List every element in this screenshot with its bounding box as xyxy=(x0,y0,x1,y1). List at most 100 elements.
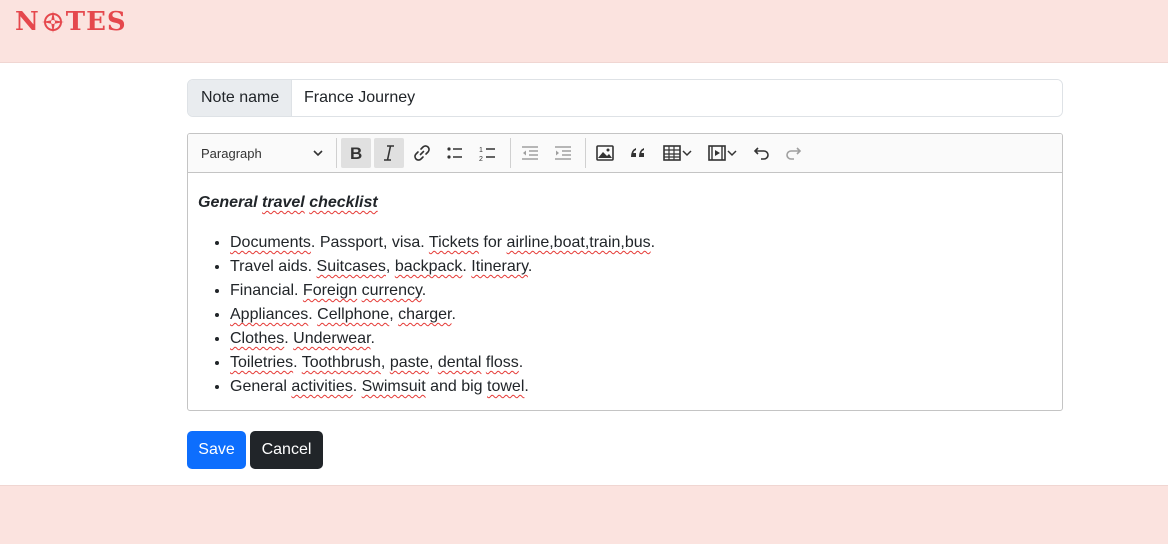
misspelled-word: Cellphone xyxy=(317,306,390,323)
toolbar-separator xyxy=(510,138,511,168)
table-icon xyxy=(663,145,681,161)
heading-word: checklist xyxy=(309,194,378,211)
notes-logo[interactable]: N TES xyxy=(15,7,127,37)
list-item: Appliances. Cellphone, charger. xyxy=(230,303,1052,327)
editor-toolbar: Paragraph B 12 xyxy=(188,134,1062,173)
undo-icon xyxy=(753,147,769,160)
list-item-text: and big xyxy=(425,378,488,395)
list-item: Clothes. Underwear. xyxy=(230,327,1052,351)
misspelled-word: Toothbrush xyxy=(301,354,381,371)
list-item-text: . xyxy=(650,234,656,251)
chevron-down-icon xyxy=(727,150,737,157)
note-name-label: Note name xyxy=(188,80,292,116)
misspelled-word: Suitcases xyxy=(316,258,386,275)
misspelled-word: Documents xyxy=(230,234,311,251)
app-header: N TES xyxy=(0,0,1168,63)
logo-letters-tes: TES xyxy=(65,7,127,37)
editor-content[interactable]: General travel checklist Documents. Pass… xyxy=(188,173,1062,399)
list-item-text: , xyxy=(428,354,438,371)
misspelled-word: Toiletries xyxy=(230,354,294,371)
misspelled-word: towel xyxy=(487,378,525,395)
note-name-input[interactable] xyxy=(292,80,1062,116)
note-heading: General travel checklist xyxy=(198,191,1052,215)
checklist: Documents. Passport, visa. Tickets for a… xyxy=(198,231,1052,399)
misspelled-word: backpack xyxy=(394,258,463,275)
misspelled-word: Appliances xyxy=(230,306,309,323)
list-item-text: . Passport, visa. xyxy=(310,234,429,251)
numbered-list-button[interactable]: 12 xyxy=(473,138,503,168)
list-item-text: . xyxy=(284,330,294,347)
misspelled-word: charger xyxy=(398,306,452,323)
redo-button[interactable] xyxy=(779,138,809,168)
toolbar-separator xyxy=(585,138,586,168)
block-quote-button[interactable] xyxy=(623,138,653,168)
save-button[interactable]: Save xyxy=(187,431,246,469)
bold-button[interactable]: B xyxy=(341,138,371,168)
heading-word: travel xyxy=(262,194,305,211)
outdent-icon xyxy=(522,146,538,160)
misspelled-word: dental xyxy=(437,354,482,371)
numbered-list-icon: 12 xyxy=(479,147,495,163)
list-item-text: . xyxy=(462,258,472,275)
note-name-group: Note name xyxy=(187,79,1063,117)
insert-image-button[interactable] xyxy=(590,138,620,168)
misspelled-word: Underwear xyxy=(293,330,371,347)
bold-icon: B xyxy=(350,144,362,163)
list-item-text: , xyxy=(389,306,399,323)
list-item-text: General xyxy=(230,378,292,395)
redo-icon xyxy=(786,147,802,160)
outdent-button[interactable] xyxy=(515,138,545,168)
list-item-text: Travel aids. xyxy=(230,258,317,275)
list-item-text: , xyxy=(380,354,390,371)
misspelled-word: paste xyxy=(389,354,429,371)
heading-dropdown-value: Paragraph xyxy=(201,145,262,161)
list-item: Financial. Foreign currency. xyxy=(230,279,1052,303)
heading-dropdown[interactable]: Paragraph xyxy=(192,138,332,168)
media-icon xyxy=(708,145,726,161)
list-item-text: . xyxy=(421,282,427,299)
list-item-text: . xyxy=(352,378,362,395)
italic-icon xyxy=(384,145,394,161)
misspelled-word: Clothes xyxy=(230,330,285,347)
svg-text:1: 1 xyxy=(479,147,483,154)
rich-text-editor: Paragraph B 12 General travel checklist … xyxy=(187,133,1063,411)
insert-media-button[interactable] xyxy=(701,138,743,168)
svg-text:B: B xyxy=(350,144,362,163)
misspelled-word: Swimsuit xyxy=(361,378,426,395)
chevron-down-icon xyxy=(313,150,323,157)
undo-button[interactable] xyxy=(746,138,776,168)
image-icon xyxy=(596,145,614,161)
indent-icon xyxy=(555,146,571,160)
list-item: Toiletries. Toothbrush, paste, dental fl… xyxy=(230,351,1052,375)
bulleted-list-icon xyxy=(447,147,462,159)
list-item-text: Financial. xyxy=(230,282,303,299)
svg-text:2: 2 xyxy=(479,156,483,163)
misspelled-word: Foreign xyxy=(302,282,358,299)
link-icon xyxy=(414,145,430,161)
toolbar-separator xyxy=(336,138,337,168)
list-item-text: . xyxy=(518,354,524,371)
quote-icon xyxy=(631,148,644,157)
italic-button[interactable] xyxy=(374,138,404,168)
list-item-text: . xyxy=(524,378,529,395)
misspelled-word: airline,boat,train,bus xyxy=(506,234,651,251)
list-item-text: . xyxy=(527,258,533,275)
list-item: Travel aids. Suitcases, backpack. Itiner… xyxy=(230,255,1052,279)
indent-button[interactable] xyxy=(548,138,578,168)
list-item-text: . xyxy=(308,306,318,323)
list-item: General activities. Swimsuit and big tow… xyxy=(230,375,1052,399)
app-footer xyxy=(0,485,1168,544)
insert-table-button[interactable] xyxy=(656,138,698,168)
list-item-text: . xyxy=(293,354,302,371)
list-item: Documents. Passport, visa. Tickets for a… xyxy=(230,231,1052,255)
link-button[interactable] xyxy=(407,138,437,168)
misspelled-word: floss xyxy=(485,354,519,371)
chevron-down-icon xyxy=(682,150,692,157)
misspelled-word: Itinerary xyxy=(471,258,528,275)
bulleted-list-button[interactable] xyxy=(440,138,470,168)
logo-letter-n: N xyxy=(15,7,40,37)
compass-icon xyxy=(41,11,64,33)
cancel-button[interactable]: Cancel xyxy=(250,431,323,469)
list-item-text: . xyxy=(451,306,456,323)
list-item-text: . xyxy=(370,330,375,347)
